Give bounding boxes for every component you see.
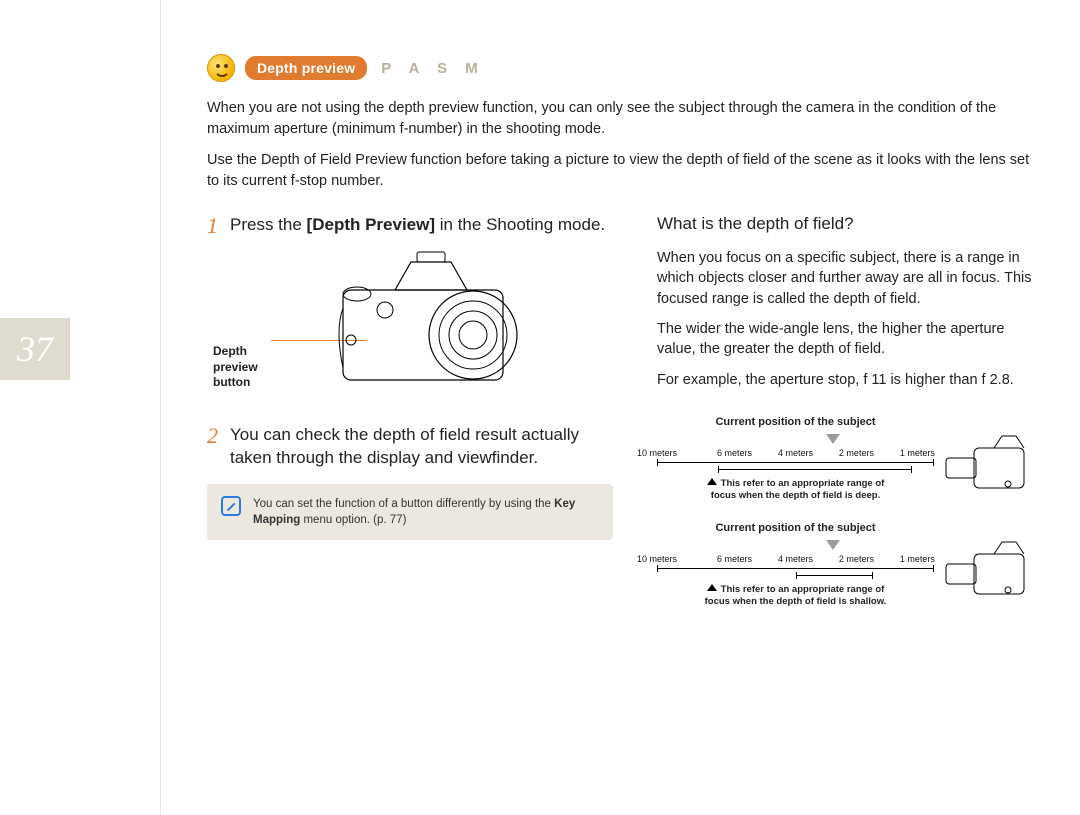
depth-preview-button-label: Depth preview button bbox=[213, 344, 271, 391]
camera-icon bbox=[333, 250, 543, 400]
page-content: Depth preview P A S M When you are not u… bbox=[160, 0, 1080, 815]
dof-p2: The wider the wide-angle lens, the highe… bbox=[657, 319, 1034, 360]
left-column: 1 Press the [Depth Preview] in the Shoot… bbox=[207, 214, 613, 602]
section-heading: Depth preview P A S M bbox=[207, 54, 1034, 82]
section-title-pill: Depth preview bbox=[245, 56, 367, 80]
step-body: Press the [Depth Preview] in the Shootin… bbox=[230, 214, 605, 238]
note-text: You can set the function of a button dif… bbox=[253, 496, 599, 528]
smiley-icon bbox=[207, 54, 235, 82]
mode-indicator: P A S M bbox=[381, 60, 484, 77]
camera-illustration: Depth preview button bbox=[253, 250, 573, 410]
distance-axis bbox=[657, 462, 934, 463]
range-caption: This refer to an appropriate range offoc… bbox=[657, 478, 934, 502]
distance-axis bbox=[657, 568, 934, 569]
triangle-up-icon bbox=[707, 584, 717, 591]
dof-p1: When you focus on a specific subject, th… bbox=[657, 248, 1034, 309]
intro-p2: Use the Depth of Field Preview function … bbox=[207, 150, 1034, 192]
dof-title: Current position of the subject bbox=[657, 416, 1034, 428]
page-sidebar: 37 bbox=[0, 0, 160, 815]
camera-side-icon bbox=[944, 434, 1034, 496]
step-body: You can check the depth of field result … bbox=[230, 424, 613, 470]
dof-diagram-shallow: Current position of the subject 10 meter… bbox=[657, 522, 1034, 602]
dof-scale: 10 meters 6 meters 4 meters 2 meters 1 m… bbox=[657, 540, 934, 596]
page-number: 37 bbox=[0, 318, 70, 380]
right-column: What is the depth of field? When you foc… bbox=[657, 214, 1034, 602]
focus-range-bar bbox=[796, 575, 874, 576]
subject-marker-icon bbox=[826, 434, 840, 444]
triangle-up-icon bbox=[707, 478, 717, 485]
subject-marker-icon bbox=[826, 540, 840, 550]
step-2: 2 You can check the depth of field resul… bbox=[207, 424, 613, 470]
camera-side-icon bbox=[944, 540, 1034, 602]
dof-diagram-deep: Current position of the subject 10 meter… bbox=[657, 416, 1034, 496]
step-number: 1 bbox=[207, 214, 218, 238]
subheading: What is the depth of field? bbox=[657, 214, 1034, 234]
dof-p3: For example, the aperture stop, f 11 is … bbox=[657, 370, 1034, 390]
range-caption: This refer to an appropriate range offoc… bbox=[657, 584, 934, 608]
intro-paragraphs: When you are not using the depth preview… bbox=[207, 98, 1034, 192]
intro-p1: When you are not using the depth preview… bbox=[207, 98, 1034, 140]
dof-scale: 10 meters 6 meters 4 meters 2 meters 1 m… bbox=[657, 434, 934, 490]
step-number: 2 bbox=[207, 424, 218, 470]
note-box: You can set the function of a button dif… bbox=[207, 484, 613, 540]
focus-range-bar bbox=[718, 469, 912, 470]
dof-title: Current position of the subject bbox=[657, 522, 1034, 534]
step-1: 1 Press the [Depth Preview] in the Shoot… bbox=[207, 214, 613, 238]
note-icon bbox=[221, 496, 241, 516]
